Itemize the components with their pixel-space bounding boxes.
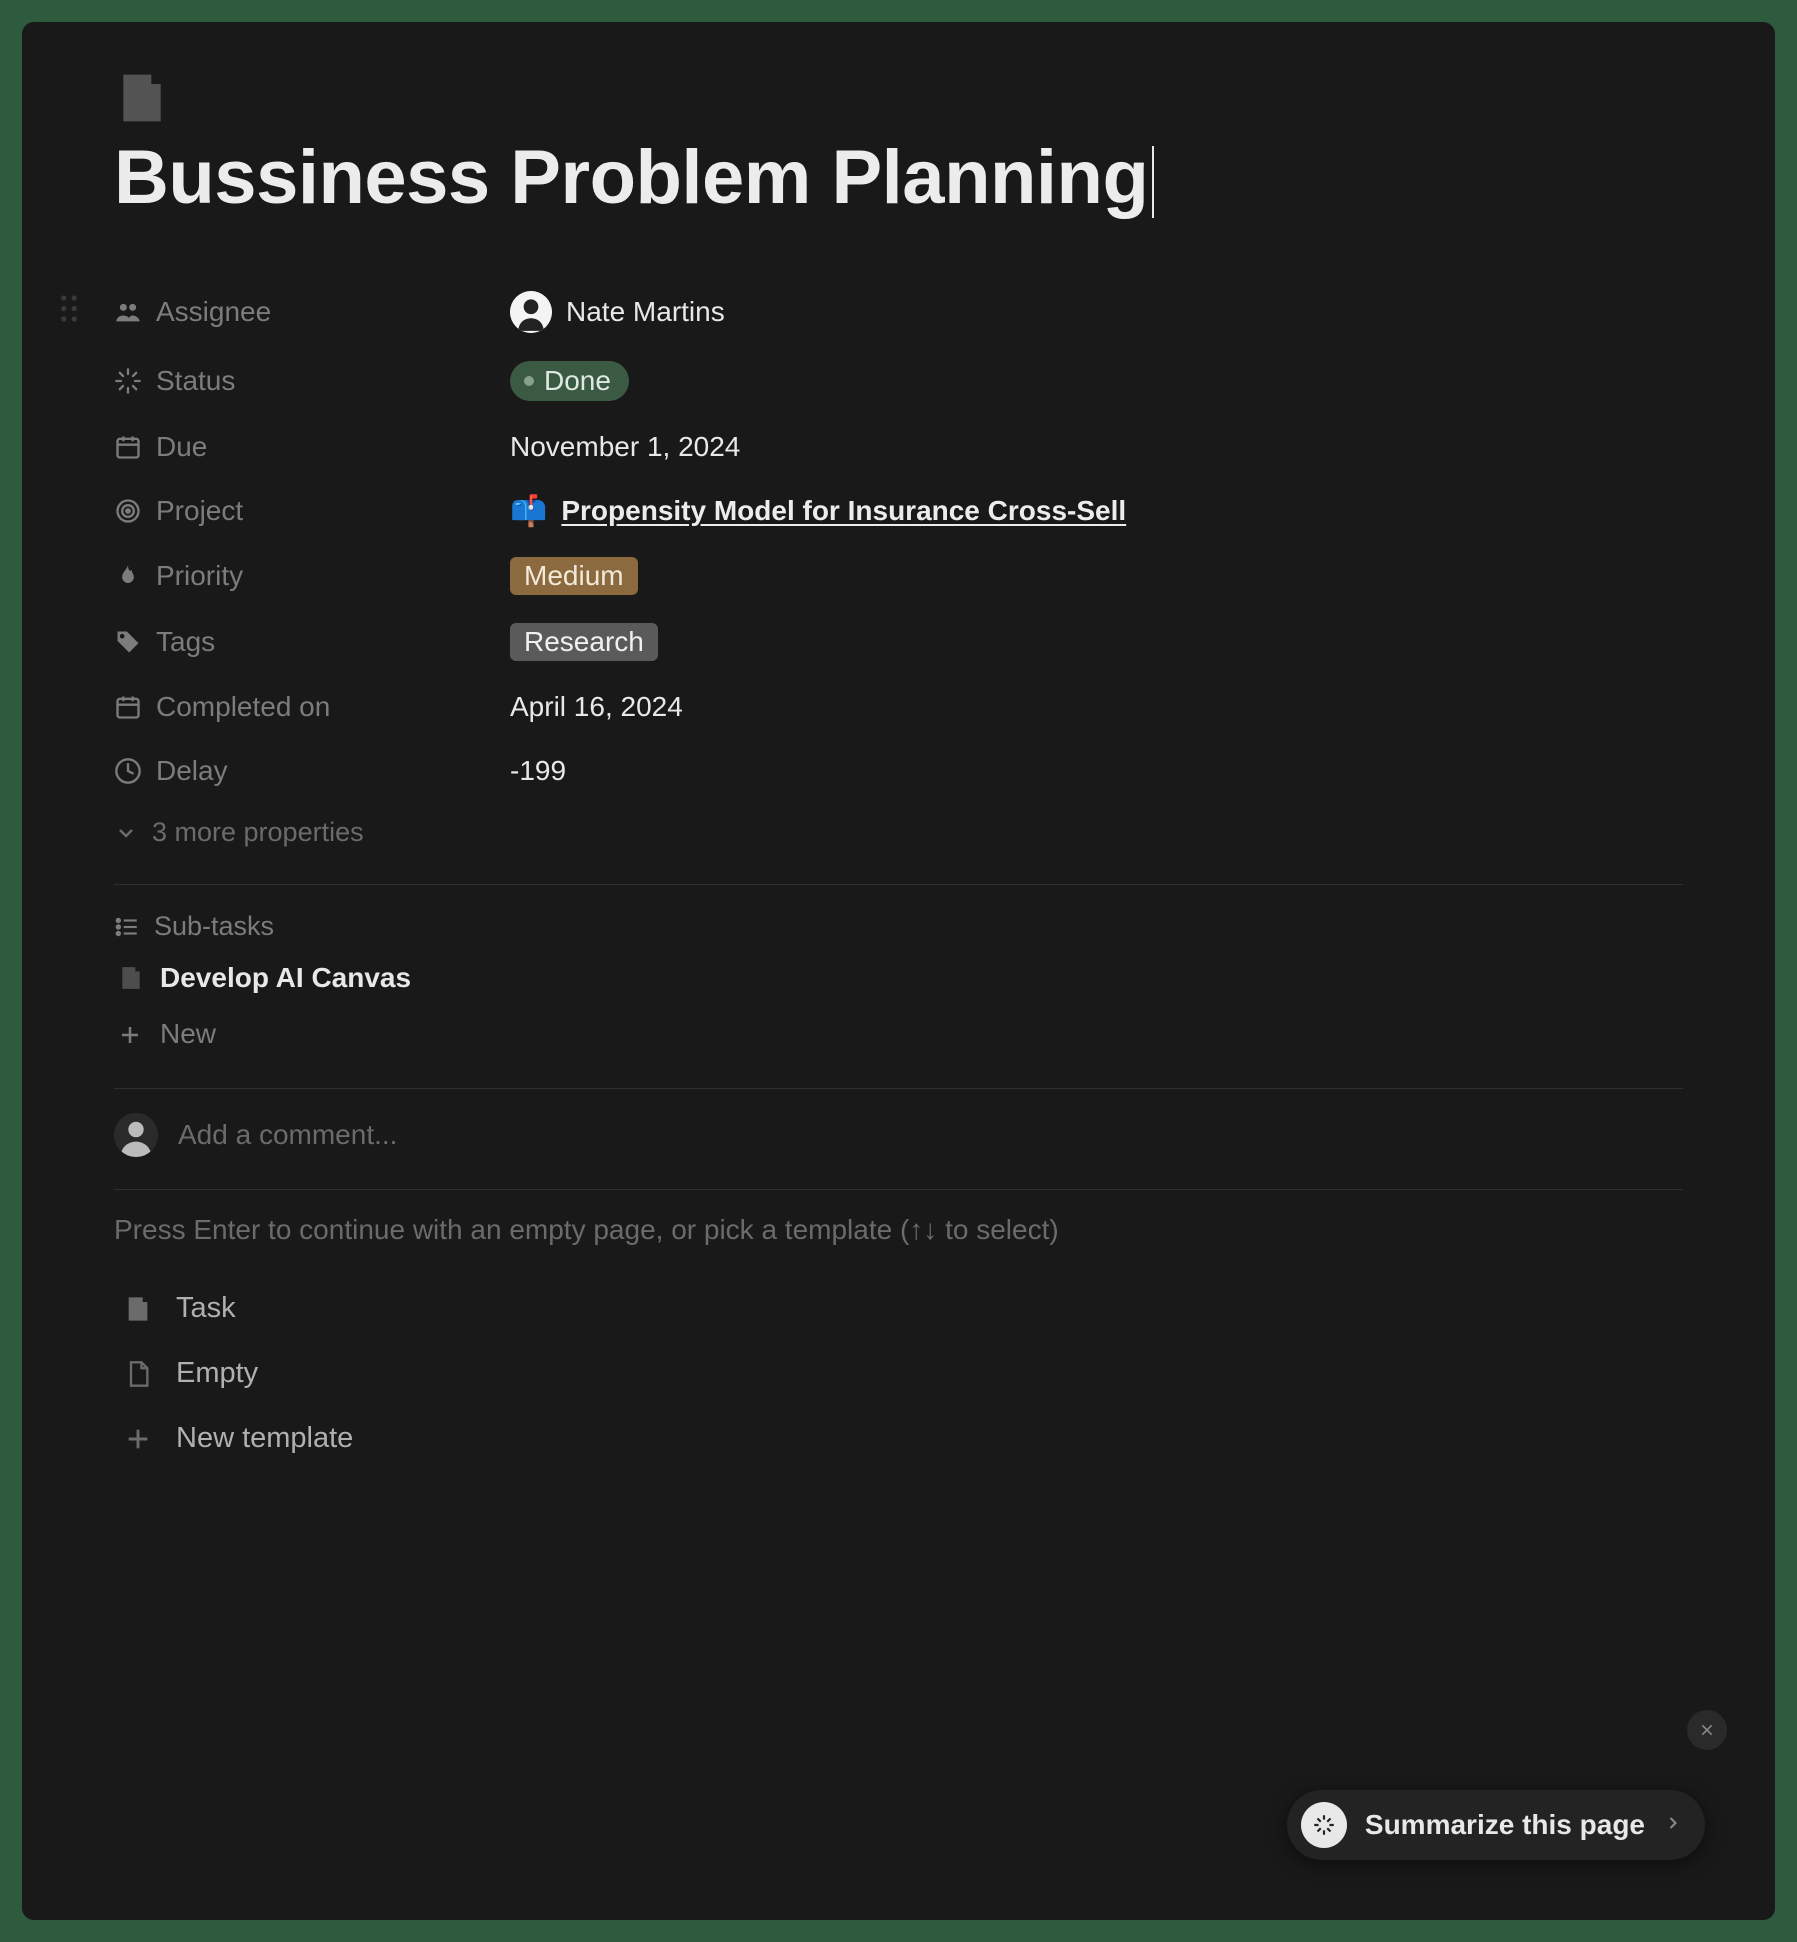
assignee-avatar xyxy=(510,291,552,333)
property-label-text: Project xyxy=(156,495,243,527)
property-label[interactable]: Due xyxy=(114,431,510,463)
current-user-avatar xyxy=(114,1113,158,1157)
calendar-icon xyxy=(114,433,142,461)
comment-input-row[interactable]: Add a comment... xyxy=(114,1089,1683,1181)
template-option-task[interactable]: Task xyxy=(114,1276,1683,1341)
calendar-icon xyxy=(114,693,142,721)
status-loading-icon xyxy=(114,367,142,395)
summarize-label: Summarize this page xyxy=(1365,1809,1645,1841)
status-text: Done xyxy=(544,365,611,397)
subtasks-label: Sub-tasks xyxy=(154,911,274,942)
property-row-due: Due November 1, 2024 xyxy=(114,415,1683,479)
due-date: November 1, 2024 xyxy=(510,431,740,463)
comment-placeholder: Add a comment... xyxy=(178,1119,397,1151)
project-emoji-icon: 📫 xyxy=(510,494,547,529)
property-label-text: Priority xyxy=(156,560,243,592)
clock-icon xyxy=(114,757,142,785)
page-icon[interactable] xyxy=(114,70,170,126)
property-row-completed: Completed on April 16, 2024 xyxy=(114,675,1683,739)
subtask-title: Develop AI Canvas xyxy=(160,962,411,994)
status-pill: Done xyxy=(510,361,629,401)
people-icon xyxy=(114,298,142,326)
close-button[interactable] xyxy=(1687,1710,1727,1750)
plus-icon xyxy=(118,1022,142,1046)
property-label[interactable]: Assignee xyxy=(114,296,510,328)
project-link: Propensity Model for Insurance Cross-Sel… xyxy=(561,495,1126,527)
property-label-text: Tags xyxy=(156,626,215,658)
property-value-assignee[interactable]: Nate Martins xyxy=(510,291,725,333)
summarize-button[interactable]: Summarize this page xyxy=(1287,1790,1705,1860)
chevron-right-icon xyxy=(1663,1813,1683,1838)
template-option-new[interactable]: New template xyxy=(114,1406,1683,1471)
status-dot-icon xyxy=(524,376,534,386)
property-value-delay[interactable]: -199 xyxy=(510,755,566,787)
more-properties-text: 3 more properties xyxy=(152,817,364,848)
property-label-text: Status xyxy=(156,365,235,397)
property-label[interactable]: Completed on xyxy=(114,691,510,723)
property-value-priority[interactable]: Medium xyxy=(510,557,638,595)
property-value-completed[interactable]: April 16, 2024 xyxy=(510,691,683,723)
ai-sparkle-icon xyxy=(1301,1802,1347,1848)
property-row-tags: Tags Research xyxy=(114,609,1683,675)
property-value-status[interactable]: Done xyxy=(510,361,629,401)
flame-icon xyxy=(114,562,142,590)
property-label[interactable]: Project xyxy=(114,495,510,527)
tag-item: Research xyxy=(510,623,658,661)
document-icon xyxy=(124,1360,152,1388)
property-row-assignee: Assignee Nate Martins xyxy=(114,277,1683,347)
page-frame: Bussiness Problem Planning Assignee Nate… xyxy=(22,22,1775,1920)
page-icon xyxy=(118,965,144,991)
property-label[interactable]: Delay xyxy=(114,755,510,787)
property-row-status: Status Done xyxy=(114,347,1683,415)
target-icon xyxy=(114,497,142,525)
property-row-project: Project 📫 Propensity Model for Insurance… xyxy=(114,479,1683,543)
tag-icon xyxy=(114,628,142,656)
new-label: New xyxy=(160,1018,216,1050)
assignee-name: Nate Martins xyxy=(566,296,725,328)
new-subtask-button[interactable]: New xyxy=(114,1004,1683,1080)
plus-icon xyxy=(124,1425,152,1453)
subtask-item[interactable]: Develop AI Canvas xyxy=(114,952,1683,1004)
page-title[interactable]: Bussiness Problem Planning xyxy=(114,134,1148,221)
property-label-text: Delay xyxy=(156,755,228,787)
priority-tag: Medium xyxy=(510,557,638,595)
property-label[interactable]: Priority xyxy=(114,560,510,592)
delay-value: -199 xyxy=(510,755,566,787)
property-row-priority: Priority Medium xyxy=(114,543,1683,609)
property-value-project[interactable]: 📫 Propensity Model for Insurance Cross-S… xyxy=(510,494,1126,529)
drag-handle-icon[interactable] xyxy=(60,295,78,330)
property-label[interactable]: Status xyxy=(114,365,510,397)
property-row-delay: Delay -199 xyxy=(114,739,1683,803)
property-label[interactable]: Tags xyxy=(114,626,510,658)
property-label-text: Due xyxy=(156,431,207,463)
template-hint: Press Enter to continue with an empty pa… xyxy=(114,1190,1683,1276)
property-label-text: Completed on xyxy=(156,691,330,723)
property-value-due[interactable]: November 1, 2024 xyxy=(510,431,740,463)
template-label: Empty xyxy=(176,1357,258,1390)
property-label-text: Assignee xyxy=(156,296,271,328)
list-icon xyxy=(114,914,140,940)
subtasks-header[interactable]: Sub-tasks xyxy=(114,885,1683,952)
template-option-empty[interactable]: Empty xyxy=(114,1341,1683,1406)
more-properties-toggle[interactable]: 3 more properties xyxy=(114,803,1683,876)
completed-date: April 16, 2024 xyxy=(510,691,683,723)
chevron-down-icon xyxy=(114,821,138,845)
template-label: New template xyxy=(176,1422,353,1455)
page-icon xyxy=(124,1295,152,1323)
template-label: Task xyxy=(176,1292,236,1325)
property-value-tags[interactable]: Research xyxy=(510,623,658,661)
